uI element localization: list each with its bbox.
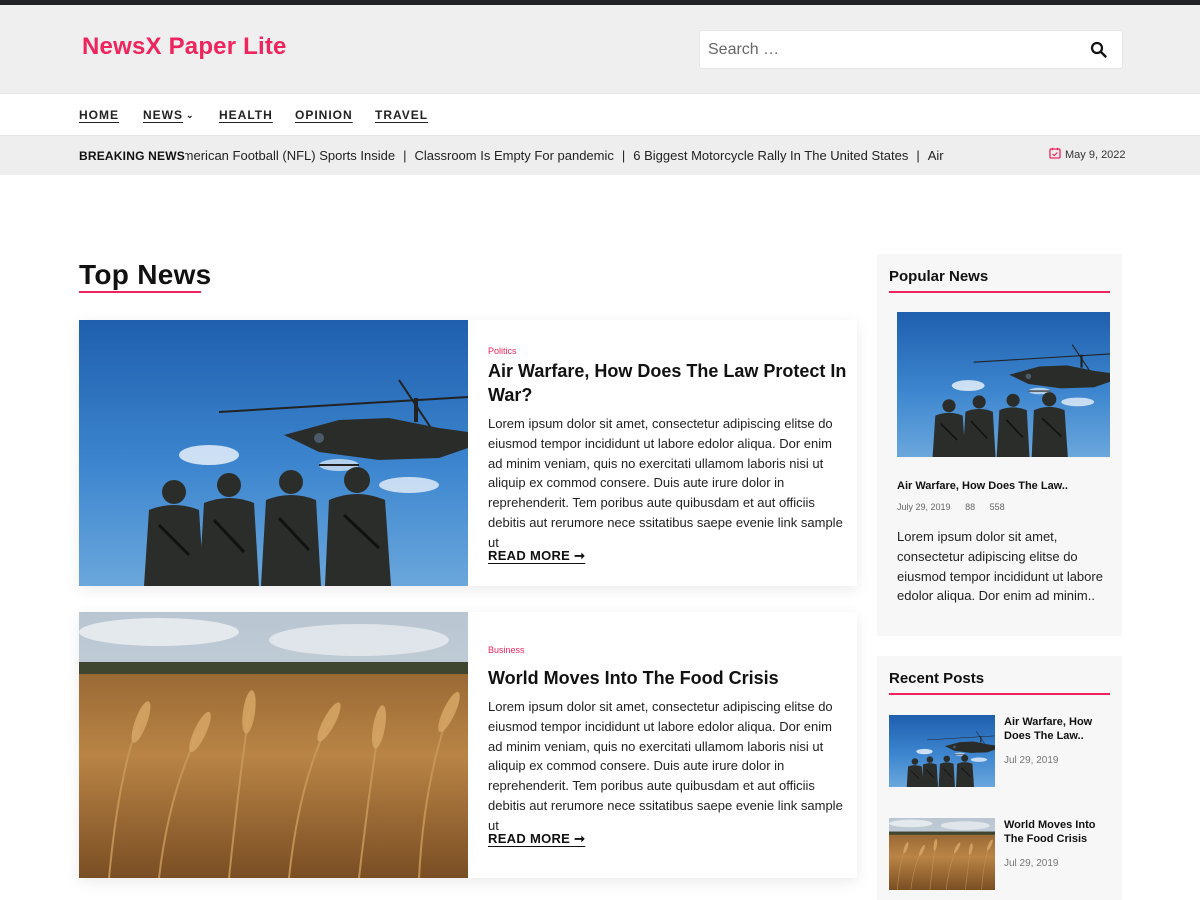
read-more-label: READ MORE [488,548,571,563]
category-link[interactable]: Business [488,645,525,655]
news-card-excerpt: Lorem ipsum dolor sit amet, consectetur … [488,699,843,833]
nav-item-news-label: NEWS [143,108,183,122]
nav-item-opinion[interactable]: OPINION [295,108,353,122]
breaking-news-label: BREAKING NEWS [79,149,185,163]
chevron-down-icon: ⌄ [186,110,195,120]
ticker-item[interactable]: Classroom Is Empty For pandemic [414,148,613,163]
nav-item-home[interactable]: HOME [79,108,119,122]
ticker-item[interactable]: 6 Biggest Motorcycle Rally In The United… [633,148,908,163]
widget-title-underline [889,693,1110,695]
breaking-news-bar: BREAKING NEWS American Football (NFL) Sp… [0,136,1200,175]
read-more-label: READ MORE [488,831,571,846]
post-date: July 29, 2019 [897,502,951,512]
arrow-right-icon: ➞ [574,548,586,563]
ticker-item[interactable]: American Football (NFL) Sports Inside [185,148,395,163]
popular-post-image[interactable] [897,312,1110,457]
recent-post-title[interactable]: World Moves Into The Food Crisis [1004,818,1114,846]
recent-post-thumbnail[interactable] [889,715,995,787]
news-card: Politics Air Warfare, How Does The Law P… [79,320,857,586]
current-date: May 9, 2022 [1049,147,1126,162]
news-card-excerpt: Lorem ipsum dolor sit amet, consectetur … [488,416,843,550]
read-more-link[interactable]: READ MORE ➞ [488,831,585,847]
nav-item-news[interactable]: NEWS ⌄ [143,108,195,122]
main-navigation: HOME NEWS ⌄ HEALTH OPINION TRAVEL [0,93,1200,136]
ticker-items: American Football (NFL) Sports Inside | Cl… [185,148,947,163]
search-icon[interactable] [1090,41,1108,59]
nav-item-travel[interactable]: TRAVEL [375,108,428,122]
popular-post-excerpt: Lorem ipsum dolor sit amet, consectetur … [897,529,1103,604]
widget-title: Popular News [889,268,989,285]
ticker-separator: | [621,148,626,163]
section-title: Top News [79,259,212,290]
search-form [699,30,1123,69]
nav-item-health[interactable]: HEALTH [219,108,273,122]
widget-title: Recent Posts [889,670,985,687]
news-card-image[interactable] [79,612,468,878]
news-card-image[interactable] [79,320,468,586]
recent-posts-widget: Recent Posts Air Warfare, How Does The L… [877,656,1122,900]
current-date-text: May 9, 2022 [1065,148,1126,161]
popular-news-widget: Popular News Air Warfare, How Does The L… [877,254,1122,636]
recent-post-item: World Moves Into The Food Crisis Jul 29,… [889,818,1110,890]
ticker-separator: | [916,148,920,163]
popular-post-meta: July 29, 2019 88 558 [897,502,1017,512]
view-count: 558 [989,502,1005,512]
popular-post-title[interactable]: Air Warfare, How Does The Law.. [897,480,1068,492]
ticker-item[interactable]: Air Warfare, How Does The Law Protect In… [928,148,947,163]
arrow-right-icon: ➞ [574,831,586,846]
ticker-track: American Football (NFL) Sports Inside | Cl… [185,148,947,166]
comment-count: 88 [965,502,976,512]
recent-post-title[interactable]: Air Warfare, How Does The Law.. [1004,715,1114,743]
news-card-title[interactable]: Air Warfare, How Does The Law Protect In… [488,359,848,407]
site-title[interactable]: NewsX Paper Lite [82,33,287,61]
section-title-underline [79,291,201,293]
recent-post-date: Jul 29, 2019 [1004,755,1059,766]
recent-post-thumbnail[interactable] [889,818,995,890]
news-card-title[interactable]: World Moves Into The Food Crisis [488,666,848,690]
news-card: Business World Moves Into The Food Crisi… [79,612,857,878]
site-header: NewsX Paper Lite [0,5,1200,93]
category-link[interactable]: Politics [488,346,517,356]
read-more-link[interactable]: READ MORE ➞ [488,548,585,564]
widget-title-underline [889,291,1110,293]
search-input[interactable] [700,31,1080,68]
recent-post-item: Air Warfare, How Does The Law.. Jul 29, … [889,715,1110,787]
ticker-separator: | [403,148,407,163]
recent-post-date: Jul 29, 2019 [1004,858,1059,869]
calendar-icon [1049,147,1061,162]
